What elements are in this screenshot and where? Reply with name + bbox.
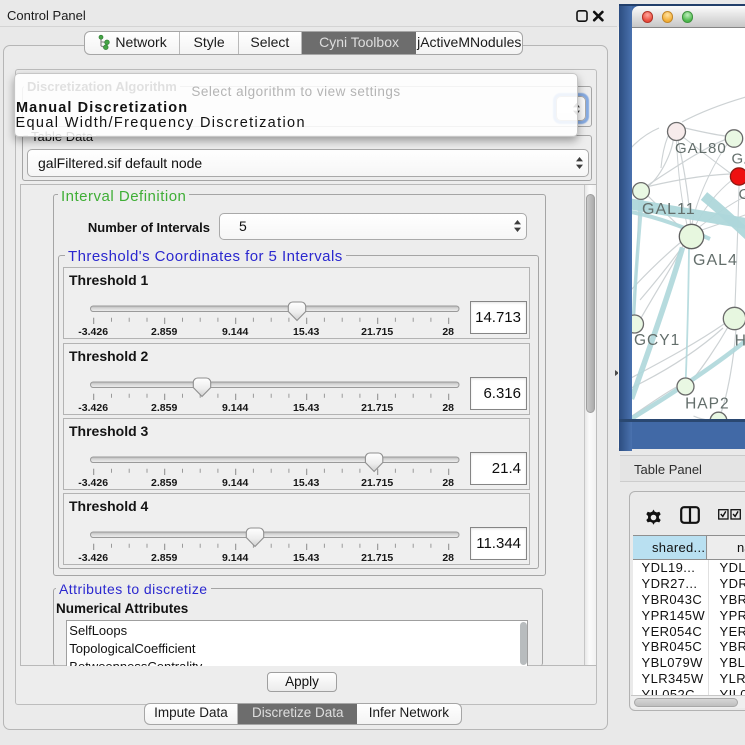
svg-text:GCY1: GCY1: [634, 332, 680, 349]
svg-text:GA: GA: [731, 150, 745, 167]
svg-text:GAL4: GAL4: [693, 252, 738, 269]
svg-text:HAP2: HAP2: [685, 395, 730, 412]
svg-text:C: C: [738, 186, 745, 203]
svg-text:GAL80: GAL80: [675, 140, 727, 157]
svg-text:GAL11: GAL11: [642, 201, 696, 218]
svg-text:HI: HI: [734, 332, 745, 349]
